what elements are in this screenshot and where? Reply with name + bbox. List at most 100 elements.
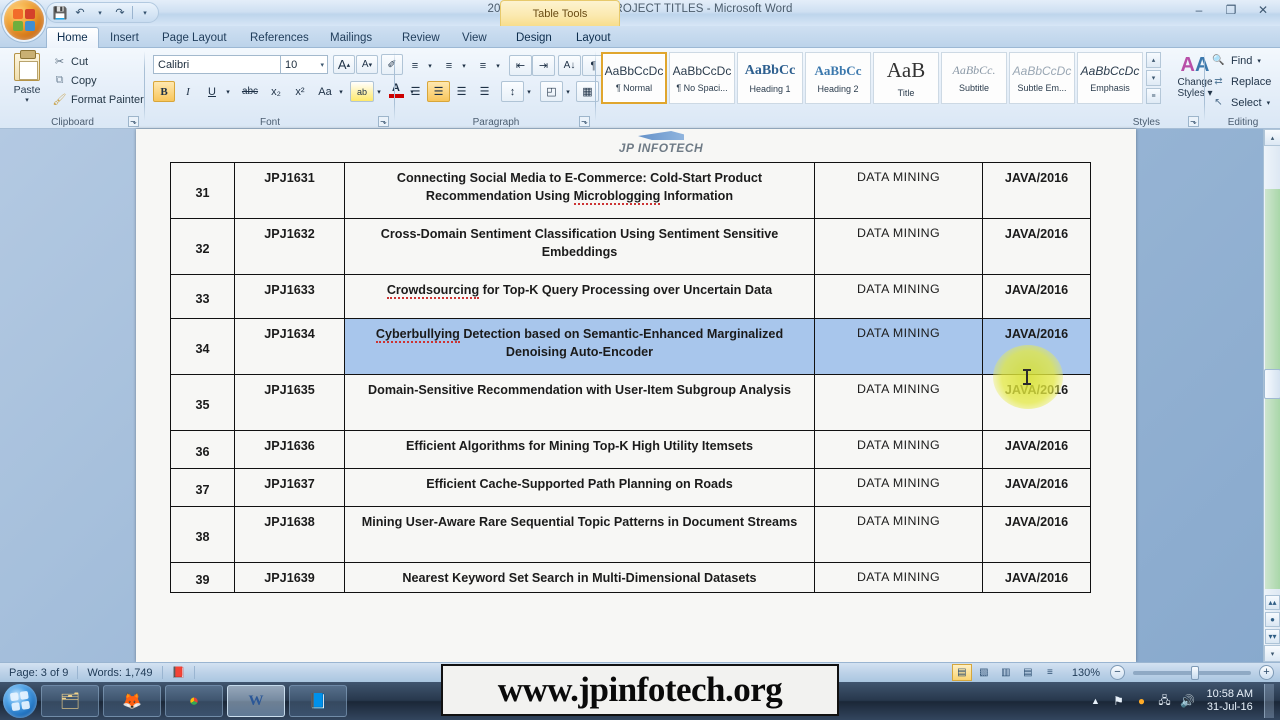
increase-indent-button[interactable]: ⇥ xyxy=(532,55,555,76)
document-page[interactable]: JP INFOTECH 31 JPJ1631 Connecting Social… xyxy=(136,129,1136,662)
tab-view[interactable]: View xyxy=(452,27,497,48)
tab-page-layout[interactable]: Page Layout xyxy=(152,27,237,48)
volume-icon[interactable]: 🔊 xyxy=(1180,693,1196,709)
cell-language[interactable]: JAVA/2016 xyxy=(982,430,1091,469)
replace-button[interactable]: ⇄ Replace xyxy=(1211,74,1271,89)
underline-dropdown-icon[interactable]: ▾ xyxy=(223,81,233,102)
cell-sno[interactable]: 39 xyxy=(170,562,235,593)
next-page-icon[interactable]: ▾▾ xyxy=(1265,629,1280,644)
find-button[interactable]: 🔍 Find ▾ xyxy=(1211,53,1261,68)
tab-references[interactable]: References xyxy=(240,27,319,48)
shading-button[interactable]: ◰ xyxy=(540,81,563,102)
cell-title[interactable]: Connecting Social Media to E-Commerce: C… xyxy=(344,162,815,219)
cell-title[interactable]: Efficient Cache-Supported Path Planning … xyxy=(344,468,815,507)
bullets-button[interactable]: ≡ xyxy=(404,55,426,76)
office-button[interactable] xyxy=(4,0,44,40)
align-left-button[interactable]: ☰ xyxy=(404,81,427,102)
restore-button[interactable]: ❐ xyxy=(1218,1,1244,19)
scroll-down-icon[interactable]: ▾ xyxy=(1264,645,1280,662)
cell-title[interactable]: Cross-Domain Sentiment Classification Us… xyxy=(344,218,815,275)
cell-sno[interactable]: 37 xyxy=(170,468,235,507)
previous-page-icon[interactable]: ▴▴ xyxy=(1265,595,1280,610)
cell-domain[interactable]: DATA MINING xyxy=(814,162,983,219)
shrink-font-button[interactable]: A ▾ xyxy=(356,55,378,74)
cell-sno[interactable]: 38 xyxy=(170,506,235,563)
show-desktop-button[interactable] xyxy=(1264,684,1274,718)
zoom-out-button[interactable]: − xyxy=(1110,665,1125,680)
highlight-dropdown-icon[interactable]: ▾ xyxy=(374,81,384,102)
table-row-selected[interactable]: 34 JPJ1634 Cyberbullying Detection based… xyxy=(170,318,1091,375)
styles-dialog-launcher[interactable]: ⬎ xyxy=(1188,116,1199,127)
scroll-up-icon[interactable]: ▴ xyxy=(1264,129,1280,146)
view-draft-button[interactable]: ≡ xyxy=(1040,664,1060,681)
zoom-slider[interactable] xyxy=(1133,665,1251,680)
cell-code[interactable]: JPJ1639 xyxy=(234,562,345,593)
cell-domain[interactable]: DATA MINING xyxy=(814,506,983,563)
justify-button[interactable]: ☰ xyxy=(473,81,496,102)
cell-sno[interactable]: 33 xyxy=(170,274,235,319)
style-title[interactable]: AaB Title xyxy=(873,52,939,104)
cell-sno[interactable]: 31 xyxy=(170,162,235,219)
cell-domain[interactable]: DATA MINING xyxy=(814,218,983,275)
view-outline-button[interactable]: ▤ xyxy=(1018,664,1038,681)
format-painter-button[interactable]: 🖌 Format Painter xyxy=(52,91,144,108)
cell-code[interactable]: JPJ1637 xyxy=(234,468,345,507)
cell-language[interactable]: JAVA/2016 xyxy=(982,374,1091,431)
grow-font-button[interactable]: A ▴ xyxy=(333,55,355,74)
cell-domain[interactable]: DATA MINING xyxy=(814,374,983,431)
cell-code[interactable]: JPJ1635 xyxy=(234,374,345,431)
view-print-layout-button[interactable]: ▤ xyxy=(951,664,972,681)
multilevel-list-button[interactable]: ≡ xyxy=(472,55,494,76)
status-page-indicator[interactable]: Page: 3 of 9 xyxy=(0,664,77,682)
undo-icon[interactable]: ↶ xyxy=(71,4,89,21)
cell-language[interactable]: JAVA/2016 xyxy=(982,506,1091,563)
cell-sno[interactable]: 32 xyxy=(170,218,235,275)
numbering-dropdown-icon[interactable]: ▾ xyxy=(459,55,469,76)
cell-domain[interactable]: DATA MINING xyxy=(814,562,983,593)
zoom-slider-thumb[interactable] xyxy=(1191,665,1199,680)
copy-button[interactable]: ⧉ Copy xyxy=(52,72,97,89)
cell-language[interactable]: JAVA/2016 xyxy=(982,562,1091,593)
tab-mailings[interactable]: Mailings xyxy=(320,27,382,48)
update-icon[interactable]: ● xyxy=(1134,693,1150,709)
proofing-status-button[interactable]: 📕 xyxy=(163,664,195,682)
style-normal[interactable]: AaBbCcDc ¶ Normal xyxy=(601,52,667,104)
find-dropdown-icon[interactable]: ▾ xyxy=(1257,57,1261,65)
cut-button[interactable]: ✂ Cut xyxy=(52,53,88,70)
italic-button[interactable]: I xyxy=(177,81,199,102)
subscript-button[interactable]: x₂ xyxy=(265,81,287,102)
table-row[interactable]: 35 JPJ1635 Domain-Sensitive Recommendati… xyxy=(170,374,1091,431)
font-name-combobox[interactable]: Calibri ▾ xyxy=(153,55,288,74)
text-highlight-button[interactable]: ab xyxy=(350,81,374,102)
cell-title[interactable]: Efficient Algorithms for Mining Top-K Hi… xyxy=(344,430,815,469)
clipboard-dialog-launcher[interactable]: ⬎ xyxy=(128,116,139,127)
cell-title[interactable]: Crowdsourcing for Top-K Query Processing… xyxy=(344,274,815,319)
cell-language[interactable]: JAVA/2016 xyxy=(982,274,1091,319)
cell-language[interactable]: JAVA/2016 xyxy=(982,318,1091,375)
tab-review[interactable]: Review xyxy=(392,27,450,48)
table-row[interactable]: 38 JPJ1638 Mining User-Aware Rare Sequen… xyxy=(170,506,1091,563)
taskbar-item-firefox[interactable]: 🦊 xyxy=(103,685,161,717)
table-row[interactable]: 37 JPJ1637 Efficient Cache-Supported Pat… xyxy=(170,468,1091,507)
line-spacing-dropdown-icon[interactable]: ▾ xyxy=(524,81,534,102)
network-icon[interactable]: 🖧 xyxy=(1157,693,1173,709)
redo-icon[interactable]: ↷ xyxy=(111,4,129,21)
view-web-layout-button[interactable]: ▥ xyxy=(996,664,1016,681)
styles-scroll-up-icon[interactable]: ▴ xyxy=(1146,52,1161,68)
undo-dropdown-icon[interactable]: ▾ xyxy=(91,4,109,21)
zoom-level-label[interactable]: 130% xyxy=(1062,667,1108,679)
cell-code[interactable]: JPJ1634 xyxy=(234,318,345,375)
styles-more-icon[interactable]: ≡ xyxy=(1146,88,1161,104)
change-case-button[interactable]: Aa xyxy=(313,81,337,102)
start-button[interactable] xyxy=(3,684,37,718)
cell-title[interactable]: Cyberbullying Detection based on Semanti… xyxy=(344,318,815,375)
style-heading-1[interactable]: AaBbCс Heading 1 xyxy=(737,52,803,104)
tab-home[interactable]: Home xyxy=(46,27,99,48)
cell-domain[interactable]: DATA MINING xyxy=(814,468,983,507)
multilevel-dropdown-icon[interactable]: ▾ xyxy=(493,55,503,76)
underline-button[interactable]: U xyxy=(201,81,223,102)
style-heading-2[interactable]: AaBbCc Heading 2 xyxy=(805,52,871,104)
numbering-button[interactable]: ≡ xyxy=(438,55,460,76)
scrollbar-thumb[interactable] xyxy=(1264,369,1280,399)
bold-button[interactable]: B xyxy=(153,81,175,102)
